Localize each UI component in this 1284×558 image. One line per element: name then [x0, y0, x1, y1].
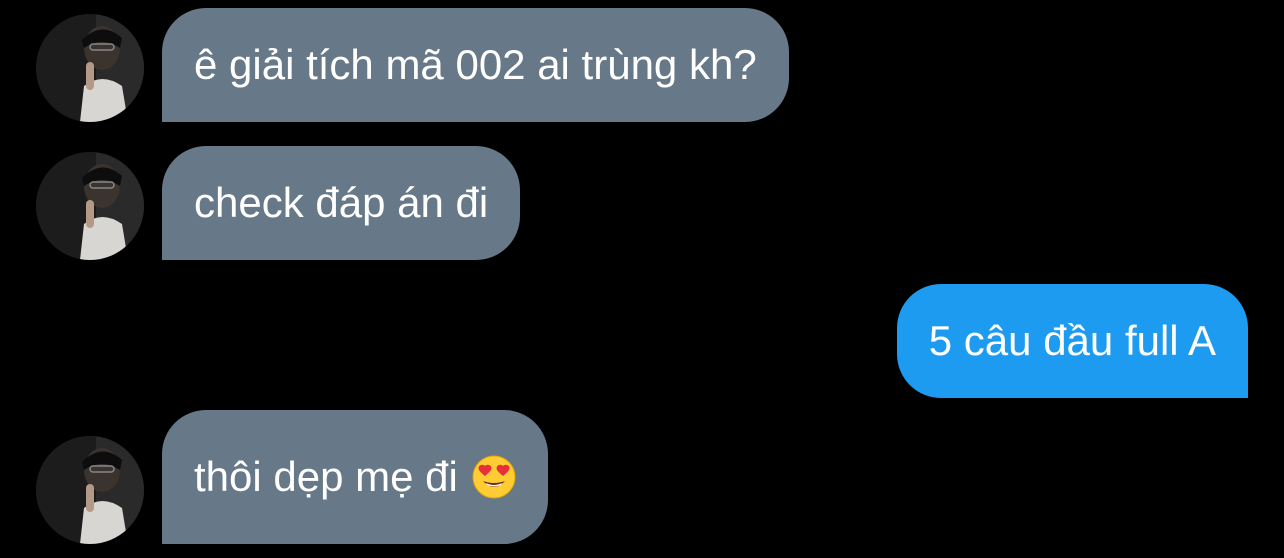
- incoming-message-bubble[interactable]: thôi dẹp mẹ đi: [162, 410, 548, 544]
- incoming-message-bubble[interactable]: ê giải tích mã 002 ai trùng kh?: [162, 8, 789, 122]
- outgoing-message-bubble[interactable]: 5 câu đầu full A: [896, 284, 1248, 398]
- avatar-photo-icon: [36, 436, 144, 544]
- message-row: check đáp án đi: [0, 146, 1284, 260]
- message-text: check đáp án đi: [194, 179, 489, 226]
- message-row: ê giải tích mã 002 ai trùng kh?: [0, 8, 1284, 122]
- message-row: 5 câu đầu full A: [0, 284, 1284, 398]
- sender-avatar[interactable]: [36, 436, 144, 544]
- incoming-message-bubble[interactable]: check đáp án đi: [162, 146, 521, 260]
- message-text: thôi dẹp mẹ đi: [194, 453, 458, 500]
- avatar-photo-icon: [36, 152, 144, 260]
- heart-eyes-emoji-icon: [472, 455, 516, 499]
- sender-avatar[interactable]: [36, 152, 144, 260]
- message-text: ê giải tích mã 002 ai trùng kh?: [194, 41, 757, 88]
- message-text: 5 câu đầu full A: [928, 317, 1216, 364]
- sender-avatar[interactable]: [36, 14, 144, 122]
- avatar-photo-icon: [36, 14, 144, 122]
- message-row: thôi dẹp mẹ đi: [0, 410, 1284, 544]
